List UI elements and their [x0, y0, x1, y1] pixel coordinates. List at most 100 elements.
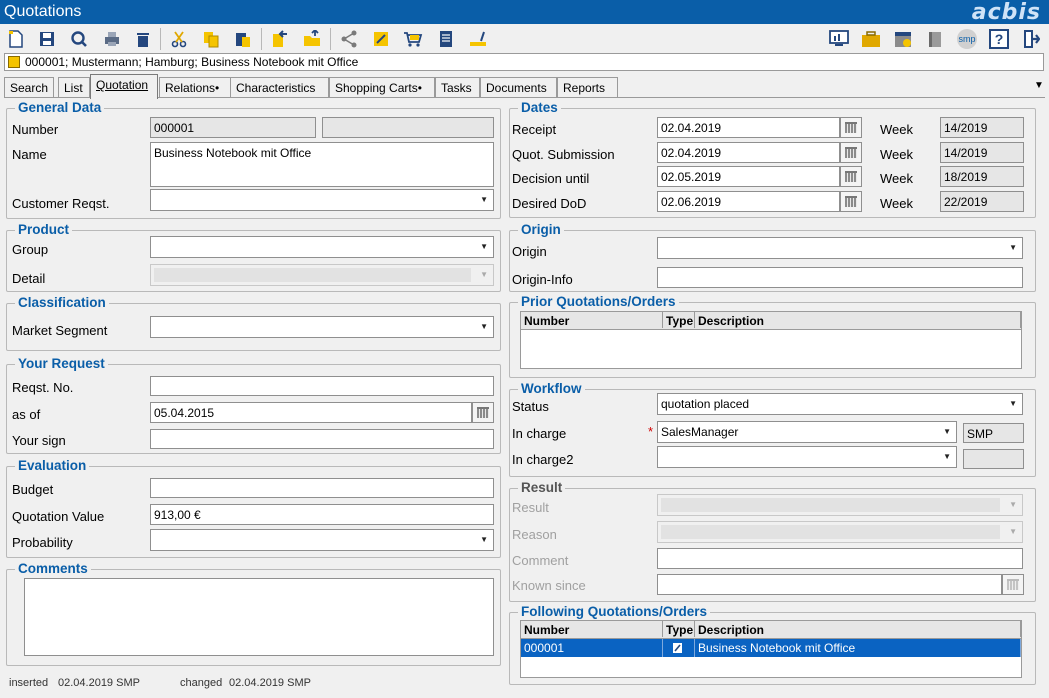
table-row[interactable]: 000001 Business Notebook mit Office	[521, 639, 1021, 657]
number-field[interactable]: 000001	[150, 117, 316, 138]
tab-documents[interactable]: Documents	[480, 77, 557, 98]
week-field: 22/2019	[940, 191, 1024, 212]
row-description: Business Notebook mit Office	[695, 639, 1021, 657]
reason-select[interactable]: ▼	[657, 521, 1023, 543]
workflow-legend: Workflow	[518, 381, 585, 396]
origin-info-field[interactable]	[657, 267, 1023, 288]
following-col-description[interactable]: Description	[695, 621, 1021, 637]
calendar-icon[interactable]	[840, 166, 862, 187]
row-type	[663, 639, 695, 657]
group-label: Group	[12, 242, 49, 257]
origin-select[interactable]: ▼	[657, 237, 1023, 259]
known-since-field[interactable]	[657, 574, 1002, 595]
tab-reports[interactable]: Reports	[557, 77, 618, 98]
share-icon[interactable]	[337, 27, 361, 51]
prior-col-type[interactable]: Type	[663, 312, 695, 328]
record-text: 000001; Mustermann; Hamburg; Business No…	[25, 55, 359, 69]
date-field[interactable]: 02.05.2019	[657, 166, 840, 187]
date-field[interactable]: 02.04.2019	[657, 142, 840, 163]
tab-quotation[interactable]: Quotation	[90, 74, 158, 99]
prior-table-header: Number Type Description	[521, 312, 1021, 330]
name-field[interactable]: Business Notebook mit Office	[150, 142, 494, 187]
tab-shopping-carts[interactable]: Shopping Carts•	[329, 77, 435, 98]
open-folder-icon[interactable]	[300, 27, 324, 51]
chevron-down-icon: ▼	[943, 452, 951, 461]
market-segment-select[interactable]: ▼	[150, 316, 494, 338]
in-charge2-code	[963, 449, 1024, 469]
tab-relations[interactable]: Relations•	[159, 77, 231, 98]
calendar-icon[interactable]	[472, 402, 494, 423]
record-bar: 000001; Mustermann; Hamburg; Business No…	[4, 53, 1044, 71]
in-charge-select[interactable]: SalesManager ▼	[657, 421, 957, 443]
save-icon[interactable]	[35, 27, 59, 51]
in-charge2-label: In charge2	[512, 452, 574, 467]
chevron-down-icon: ▼	[943, 427, 951, 436]
date-field[interactable]: 02.06.2019	[657, 191, 840, 212]
search-icon[interactable]	[67, 27, 91, 51]
week-label: Week	[880, 147, 913, 162]
week-label: Week	[880, 171, 913, 186]
week-label: Week	[880, 122, 913, 137]
number-extra-field[interactable]	[322, 117, 494, 138]
detail-select[interactable]: ▼	[150, 264, 494, 286]
result-label: Result	[512, 500, 549, 515]
prior-quotations-table[interactable]: Number Type Description	[520, 311, 1022, 369]
customer-reqst-select[interactable]: ▼	[150, 189, 494, 211]
monitor-chart-icon[interactable]	[827, 27, 851, 51]
as-of-field[interactable]: 05.04.2015	[150, 402, 472, 423]
result-comment-field[interactable]	[657, 548, 1023, 569]
changed-value: 02.04.2019 SMP	[229, 677, 311, 689]
chevron-down-icon: ▼	[480, 270, 488, 279]
calendar-icon[interactable]	[1002, 574, 1024, 595]
tab-scroll-arrow-icon[interactable]: ▼	[1034, 80, 1044, 91]
your-sign-field[interactable]	[150, 429, 494, 449]
origin-legend: Origin	[518, 222, 564, 237]
print-icon[interactable]	[100, 27, 124, 51]
week-label: Week	[880, 196, 913, 211]
tab-tasks[interactable]: Tasks	[435, 77, 480, 98]
comments-field[interactable]	[24, 578, 494, 656]
following-quotations-table[interactable]: Number Type Description 000001 Business …	[520, 620, 1022, 678]
following-col-type[interactable]: Type	[663, 621, 695, 637]
in-charge2-select[interactable]: ▼	[657, 446, 957, 468]
group-select[interactable]: ▼	[150, 236, 494, 258]
probability-select[interactable]: ▼	[150, 529, 494, 551]
result-legend: Result	[518, 480, 566, 495]
book-icon[interactable]	[923, 27, 947, 51]
calendar-icon[interactable]	[840, 142, 862, 163]
tab-list[interactable]: List	[58, 77, 90, 98]
your-request-legend: Your Request	[15, 356, 108, 371]
calendar-icon[interactable]	[840, 117, 862, 138]
classification-legend: Classification	[15, 295, 109, 310]
prior-col-description[interactable]: Description	[695, 312, 1021, 328]
quotation-value-field[interactable]: 913,00 €	[150, 504, 494, 525]
ruler-pen-icon[interactable]	[466, 27, 490, 51]
cart-icon[interactable]	[401, 27, 425, 51]
paste-icon[interactable]	[231, 27, 255, 51]
list-document-icon[interactable]	[434, 27, 458, 51]
briefcase-icon[interactable]	[859, 27, 883, 51]
delete-icon[interactable]	[131, 27, 155, 51]
reqst-no-field[interactable]	[150, 376, 494, 396]
copy-icon[interactable]	[199, 27, 223, 51]
number-label: Number	[12, 122, 59, 137]
tab-search[interactable]: Search	[4, 77, 54, 98]
result-select[interactable]: ▼	[657, 494, 1023, 516]
toolbar: smp ?	[0, 24, 1049, 54]
status-select[interactable]: quotation placed ▼	[657, 393, 1023, 415]
edit-note-icon[interactable]	[369, 27, 393, 51]
following-col-number[interactable]: Number	[521, 621, 663, 637]
calendar-check-icon[interactable]	[891, 27, 915, 51]
tab-characteristics[interactable]: Characteristics	[230, 77, 329, 98]
prior-col-number[interactable]: Number	[521, 312, 663, 328]
date-row-label: Quot. Submission	[512, 147, 615, 162]
cut-icon[interactable]	[167, 27, 191, 51]
budget-field[interactable]	[150, 478, 494, 498]
date-field[interactable]: 02.04.2019	[657, 117, 840, 138]
help-icon[interactable]: ?	[987, 27, 1011, 51]
exit-icon[interactable]	[1019, 27, 1043, 51]
smp-user-icon[interactable]: smp	[954, 27, 980, 51]
new-document-icon[interactable]	[4, 27, 28, 51]
import-icon[interactable]	[268, 27, 292, 51]
calendar-icon[interactable]	[840, 191, 862, 212]
